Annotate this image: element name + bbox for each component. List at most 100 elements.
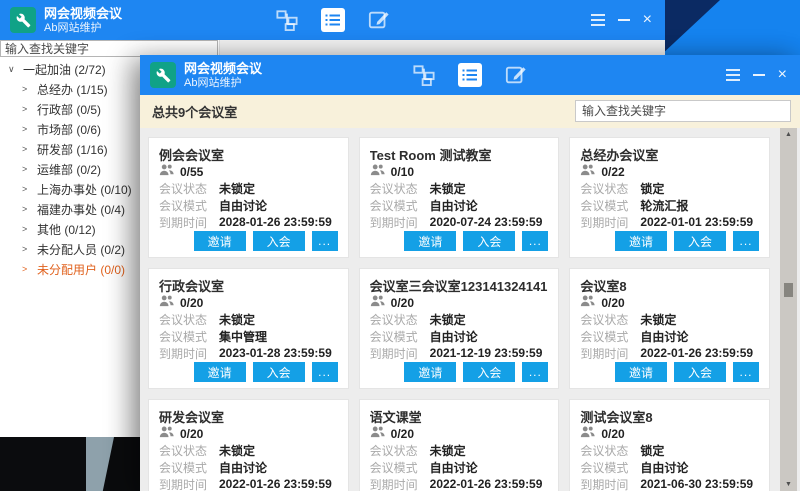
status-label: 会议状态 bbox=[159, 311, 219, 328]
room-name: 语文课堂 bbox=[370, 407, 549, 424]
meeting-room-card: 总经办会议室 0/22 会议状态锁定 会议模式轮流汇报 到期时间2022-01-… bbox=[569, 137, 770, 258]
expire-value: 2028-01-26 23:59:59 bbox=[219, 215, 332, 229]
wallpaper-navy-triangle bbox=[660, 0, 720, 56]
invite-button[interactable]: 邀请 bbox=[615, 231, 667, 251]
participants-icon bbox=[159, 164, 174, 179]
mode-value: 集中管理 bbox=[219, 328, 267, 345]
expire-label: 到期时间 bbox=[370, 476, 430, 491]
expire-label: 到期时间 bbox=[580, 345, 640, 362]
invite-button[interactable]: 邀请 bbox=[615, 362, 667, 382]
window-controls: × bbox=[591, 0, 652, 40]
meeting-list-icon[interactable] bbox=[321, 8, 345, 32]
close-button[interactable]: × bbox=[643, 12, 652, 28]
chevron-down-icon: ∨ bbox=[8, 64, 17, 75]
expire-label: 到期时间 bbox=[159, 476, 219, 491]
chevron-right-icon: > bbox=[22, 204, 31, 214]
expire-value: 2022-01-26 23:59:59 bbox=[219, 477, 332, 491]
meeting-list-icon[interactable] bbox=[458, 63, 482, 87]
more-button[interactable]: ... bbox=[522, 231, 548, 251]
chevron-right-icon: > bbox=[22, 164, 31, 174]
scroll-up-arrow[interactable]: ▲ bbox=[780, 131, 797, 138]
mode-value: 轮流汇报 bbox=[640, 197, 688, 214]
meeting-rooms-window: 网会视频会议 Ab网站维护 × 总共9个会议室 bbox=[140, 55, 800, 491]
titlebar: 网会视频会议 Ab网站维护 × bbox=[0, 0, 665, 40]
tree-node-label: 未分配用户 (0/0) bbox=[37, 261, 125, 278]
expire-value: 2022-01-26 23:59:59 bbox=[430, 477, 543, 491]
menu-button[interactable] bbox=[726, 69, 740, 81]
expire-label: 到期时间 bbox=[370, 214, 430, 231]
room-name: 会议室8 bbox=[580, 276, 759, 293]
meeting-room-card: 行政会议室 0/20 会议状态未锁定 会议模式集中管理 到期时间2023-01-… bbox=[148, 268, 349, 389]
minimize-button[interactable] bbox=[753, 74, 765, 76]
invite-button[interactable]: 邀请 bbox=[404, 362, 456, 382]
participant-count: 0/20 bbox=[601, 296, 624, 310]
scrollbar-thumb[interactable] bbox=[784, 283, 793, 297]
join-button[interactable]: 入会 bbox=[253, 231, 305, 251]
room-name: Test Room 测试教室 bbox=[370, 145, 549, 162]
status-value: 锁定 bbox=[640, 180, 664, 197]
invite-button[interactable]: 邀请 bbox=[194, 362, 246, 382]
tree-node-label: 福建办事处 (0/4) bbox=[37, 201, 125, 218]
minimize-button[interactable] bbox=[618, 19, 630, 21]
tree-node-label: 行政部 (0/5) bbox=[37, 101, 101, 118]
rooms-search-input[interactable] bbox=[575, 100, 791, 122]
participants-icon bbox=[580, 295, 595, 310]
expire-label: 到期时间 bbox=[370, 345, 430, 362]
status-label: 会议状态 bbox=[370, 311, 430, 328]
mode-label: 会议模式 bbox=[370, 328, 430, 345]
status-label: 会议状态 bbox=[370, 442, 430, 459]
mode-value: 自由讨论 bbox=[640, 459, 688, 476]
mode-label: 会议模式 bbox=[159, 197, 219, 214]
mode-label: 会议模式 bbox=[580, 459, 640, 476]
mode-label: 会议模式 bbox=[370, 197, 430, 214]
status-value: 未锁定 bbox=[430, 180, 466, 197]
org-structure-icon[interactable] bbox=[413, 64, 435, 86]
more-button[interactable]: ... bbox=[733, 231, 759, 251]
more-button[interactable]: ... bbox=[312, 362, 338, 382]
join-button[interactable]: 入会 bbox=[463, 231, 515, 251]
join-button[interactable]: 入会 bbox=[674, 231, 726, 251]
meeting-room-card: 例会会议室 0/55 会议状态未锁定 会议模式自由讨论 到期时间2028-01-… bbox=[148, 137, 349, 258]
mode-label: 会议模式 bbox=[580, 197, 640, 214]
room-name: 研发会议室 bbox=[159, 407, 338, 424]
status-label: 会议状态 bbox=[370, 180, 430, 197]
mode-value: 自由讨论 bbox=[430, 197, 478, 214]
join-button[interactable]: 入会 bbox=[674, 362, 726, 382]
org-structure-icon[interactable] bbox=[276, 9, 298, 31]
meeting-room-card: 语文课堂 0/20 会议状态未锁定 会议模式自由讨论 到期时间2022-01-2… bbox=[359, 399, 560, 491]
app-title: 网会视频会议 bbox=[44, 6, 122, 22]
more-button[interactable]: ... bbox=[733, 362, 759, 382]
meeting-room-card: 研发会议室 0/20 会议状态未锁定 会议模式自由讨论 到期时间2022-01-… bbox=[148, 399, 349, 491]
invite-button[interactable]: 邀请 bbox=[194, 231, 246, 251]
room-name: 例会会议室 bbox=[159, 145, 338, 162]
more-button[interactable]: ... bbox=[312, 231, 338, 251]
menu-button[interactable] bbox=[591, 14, 605, 26]
join-button[interactable]: 入会 bbox=[253, 362, 305, 382]
compose-message-icon[interactable] bbox=[505, 64, 527, 86]
participants-icon bbox=[370, 426, 385, 441]
scroll-down-arrow[interactable]: ▼ bbox=[780, 481, 797, 488]
tree-node-label: 市场部 (0/6) bbox=[37, 121, 101, 138]
close-button[interactable]: × bbox=[778, 67, 787, 83]
vertical-scrollbar[interactable]: ▲ ▼ bbox=[780, 128, 797, 491]
participants-icon bbox=[370, 164, 385, 179]
participant-count: 0/20 bbox=[601, 427, 624, 441]
rooms-subheader: 总共9个会议室 bbox=[140, 95, 800, 128]
compose-message-icon[interactable] bbox=[368, 9, 390, 31]
status-value: 未锁定 bbox=[219, 180, 255, 197]
join-button[interactable]: 入会 bbox=[463, 362, 515, 382]
more-button[interactable]: ... bbox=[522, 362, 548, 382]
meeting-room-card: 会议室8 0/20 会议状态未锁定 会议模式自由讨论 到期时间2022-01-2… bbox=[569, 268, 770, 389]
chevron-right-icon: > bbox=[22, 144, 31, 154]
app-subtitle: Ab网站维护 bbox=[44, 22, 122, 35]
status-value: 未锁定 bbox=[430, 311, 466, 328]
meeting-room-card: 测试会议室8 0/20 会议状态锁定 会议模式自由讨论 到期时间2021-06-… bbox=[569, 399, 770, 491]
expire-value: 2020-07-24 23:59:59 bbox=[430, 215, 543, 229]
tree-node-label: 研发部 (1/16) bbox=[37, 141, 108, 158]
wallpaper-black-corner bbox=[0, 437, 140, 491]
participant-count: 0/20 bbox=[391, 296, 414, 310]
invite-button[interactable]: 邀请 bbox=[404, 231, 456, 251]
mode-value: 自由讨论 bbox=[430, 328, 478, 345]
status-value: 未锁定 bbox=[430, 442, 466, 459]
chevron-right-icon: > bbox=[22, 84, 31, 94]
